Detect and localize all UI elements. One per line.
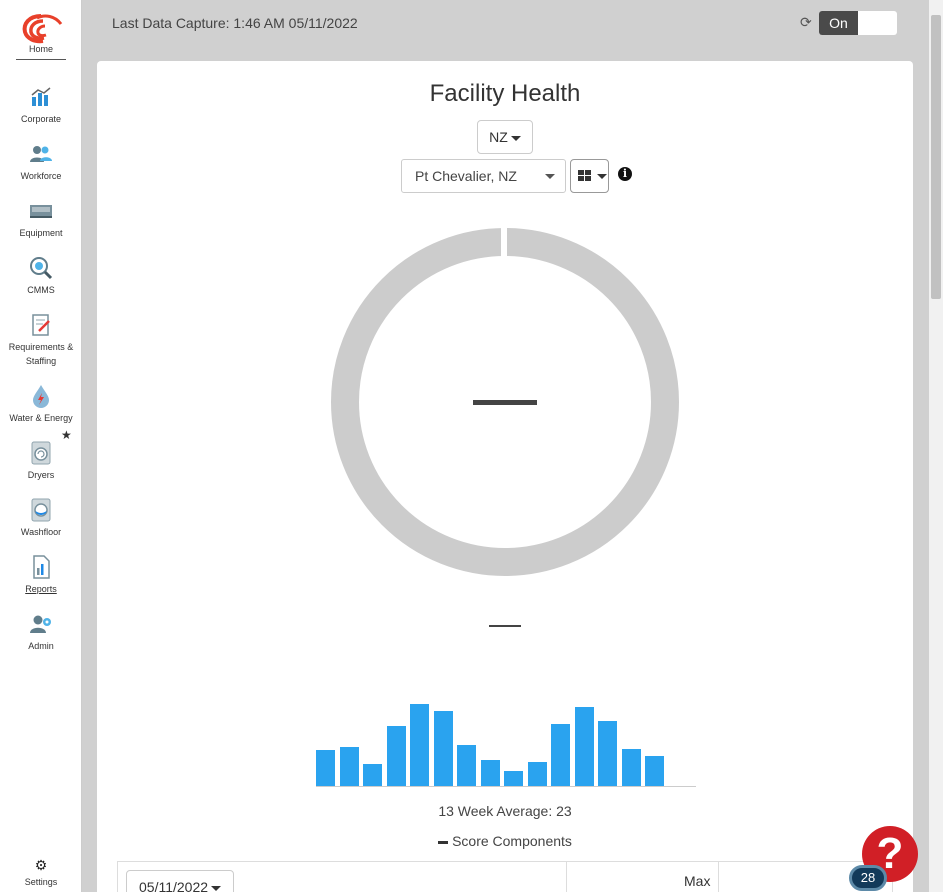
date-value: 05/11/2022 — [139, 879, 209, 892]
max-column-header: Max — [684, 873, 711, 889]
chevron-down-icon — [211, 885, 222, 891]
health-score-donut — [331, 227, 679, 576]
chevron-down-icon — [597, 174, 607, 179]
sidebar-item-label: Admin — [28, 641, 54, 651]
chart-bar — [574, 707, 594, 786]
scrollbar[interactable] — [929, 0, 943, 892]
reports-icon — [33, 555, 50, 579]
chart-bar — [551, 724, 570, 786]
weekly-score-chart — [316, 681, 696, 787]
refresh-icon[interactable]: ⟳ — [800, 14, 812, 31]
settings-label: Settings — [24, 877, 58, 887]
chevron-down-icon — [510, 135, 521, 141]
sidebar: Home Corporate Workforce Equipment CMMS — [0, 0, 82, 892]
chart-bar — [433, 711, 453, 786]
sidebar-item-dryers[interactable]: Dryers — [0, 441, 82, 482]
settings-button[interactable]: ⚙ Settings — [0, 857, 82, 887]
page-title: Facility Health — [429, 80, 581, 107]
corporate-icon — [31, 87, 51, 106]
chart-bar — [339, 747, 359, 786]
chart-bar — [504, 771, 523, 786]
water-energy-icon — [33, 385, 49, 408]
sidebar-item-label: Equipment — [19, 228, 63, 238]
sidebar-item-label: Dryers — [27, 470, 55, 480]
sidebar-item-workforce[interactable]: Workforce — [0, 142, 82, 183]
toggle-on-label: On — [819, 11, 858, 35]
chevron-down-icon — [545, 174, 555, 179]
sidebar-item-reports[interactable]: Reports — [0, 555, 82, 596]
equipment-icon — [30, 205, 52, 218]
favorite-star-icon[interactable]: ★ — [61, 428, 72, 442]
table-divider — [566, 862, 567, 892]
workforce-icon — [30, 146, 52, 162]
table-divider — [718, 862, 719, 892]
score-components-label: Score Components — [452, 833, 572, 849]
chart-bar — [457, 745, 476, 786]
chart-bar — [527, 762, 547, 786]
chart-bar — [410, 704, 429, 786]
date-dropdown[interactable]: 05/11/2022 — [126, 870, 234, 892]
requirements-icon — [32, 314, 50, 336]
sidebar-item-cmms[interactable]: CMMS — [0, 256, 82, 297]
notification-badge[interactable]: 28 — [849, 865, 887, 891]
admin-icon — [30, 615, 51, 633]
sidebar-item-water-energy[interactable]: Water & Energy — [0, 384, 82, 425]
sidebar-item-label: Requirements & Staffing — [8, 342, 74, 366]
sidebar-item-label: Corporate — [20, 114, 62, 124]
score-components-table: 05/11/2022 Max — [117, 861, 893, 892]
region-value: NZ — [489, 129, 508, 145]
sidebar-item-corporate[interactable]: Corporate — [0, 85, 82, 126]
score-change-dash — [489, 625, 521, 627]
sidebar-item-washfloor[interactable]: Washfloor — [0, 498, 82, 539]
facility-value: Pt Chevalier, NZ — [415, 168, 517, 184]
score-dash — [473, 400, 537, 405]
last-data-capture: Last Data Capture: 1:46 AM 05/11/2022 — [112, 15, 358, 31]
score-components-toggle[interactable]: Score Components — [97, 833, 913, 849]
cmms-icon — [30, 257, 53, 280]
sidebar-item-label: Washfloor — [20, 527, 62, 537]
auto-refresh-toggle[interactable]: On — [819, 11, 897, 35]
info-icon[interactable]: i — [618, 167, 632, 181]
sidebar-item-admin[interactable]: Admin — [0, 612, 82, 653]
scrollbar-thumb[interactable] — [931, 15, 941, 299]
home-label: Home — [28, 44, 53, 54]
chart-bar — [363, 764, 382, 786]
sidebar-item-label: CMMS — [27, 285, 55, 295]
sidebar-item-equipment[interactable]: Equipment — [0, 199, 82, 240]
chart-bar — [386, 726, 406, 786]
sidebar-item-requirements[interactable]: Requirements & Staffing — [0, 313, 82, 368]
chart-bar — [598, 721, 617, 786]
home-logo[interactable]: Home — [16, 12, 66, 60]
region-dropdown[interactable]: NZ — [477, 120, 533, 154]
sidebar-item-label: Water & Energy — [9, 413, 73, 423]
dryers-icon — [31, 441, 51, 465]
washfloor-icon — [31, 498, 51, 522]
gear-icon: ⚙ — [34, 857, 48, 873]
home-logo-icon — [22, 14, 63, 44]
minus-icon — [438, 840, 449, 844]
chart-bar — [621, 749, 641, 786]
donut-gap — [501, 227, 507, 259]
chart-bar — [480, 760, 500, 786]
chart-bar — [316, 750, 335, 786]
chart-bar — [645, 756, 664, 786]
facility-health-card: Facility Health NZ Pt Chevalier, NZ i 13… — [97, 61, 913, 892]
sidebar-item-label: Reports — [25, 584, 57, 594]
view-mode-dropdown[interactable] — [570, 159, 609, 193]
thirteen-week-average: 13 Week Average: 23 — [438, 803, 572, 819]
sidebar-item-label: Workforce — [20, 171, 62, 181]
facility-select[interactable]: Pt Chevalier, NZ — [401, 159, 566, 193]
grid-icon — [578, 170, 591, 181]
